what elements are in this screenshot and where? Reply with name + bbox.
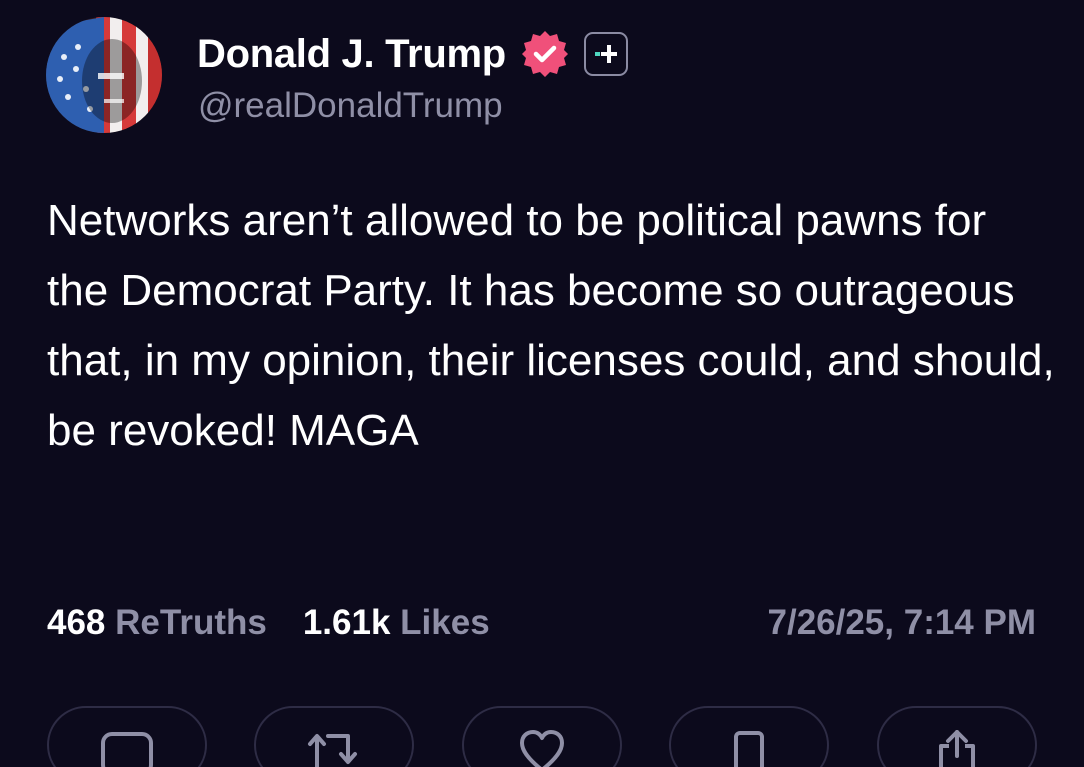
heart-icon — [520, 730, 564, 767]
share-icon — [939, 730, 975, 767]
retruths-label: ReTruths — [115, 603, 267, 642]
likes-count: 1.61k — [302, 603, 391, 642]
bookmark-icon — [734, 731, 764, 767]
likes-label: Likes — [400, 603, 490, 642]
display-name[interactable]: Donald J. Trump — [197, 32, 506, 77]
name-row: Donald J. Trump — [197, 28, 628, 80]
retruths-count: 468 — [47, 603, 106, 642]
post-stats: 468 ReTruths 1.61k Likes — [47, 600, 526, 646]
post-timestamp: 7/26/25, 7:14 PM — [767, 603, 1037, 642]
likes-stat[interactable]: 1.61k Likes — [303, 603, 490, 643]
user-handle[interactable]: @realDonaldTrump — [198, 86, 503, 126]
reply-icon — [101, 732, 153, 767]
bookmark-button[interactable] — [669, 706, 829, 767]
post-text: Networks aren’t allowed to be political … — [47, 196, 1055, 455]
verified-badge-icon — [520, 29, 570, 79]
reply-button[interactable] — [47, 706, 207, 767]
action-bar — [47, 706, 1037, 767]
retruth-icon — [308, 734, 357, 767]
plus-badge-icon[interactable] — [583, 32, 628, 76]
avatar[interactable] — [46, 17, 162, 133]
retruths-stat[interactable]: 468 ReTruths — [47, 603, 267, 643]
avatar-flag-portrait-icon — [46, 17, 162, 133]
share-button[interactable] — [877, 706, 1037, 767]
retruth-button[interactable] — [254, 706, 414, 767]
like-button[interactable] — [462, 706, 622, 767]
